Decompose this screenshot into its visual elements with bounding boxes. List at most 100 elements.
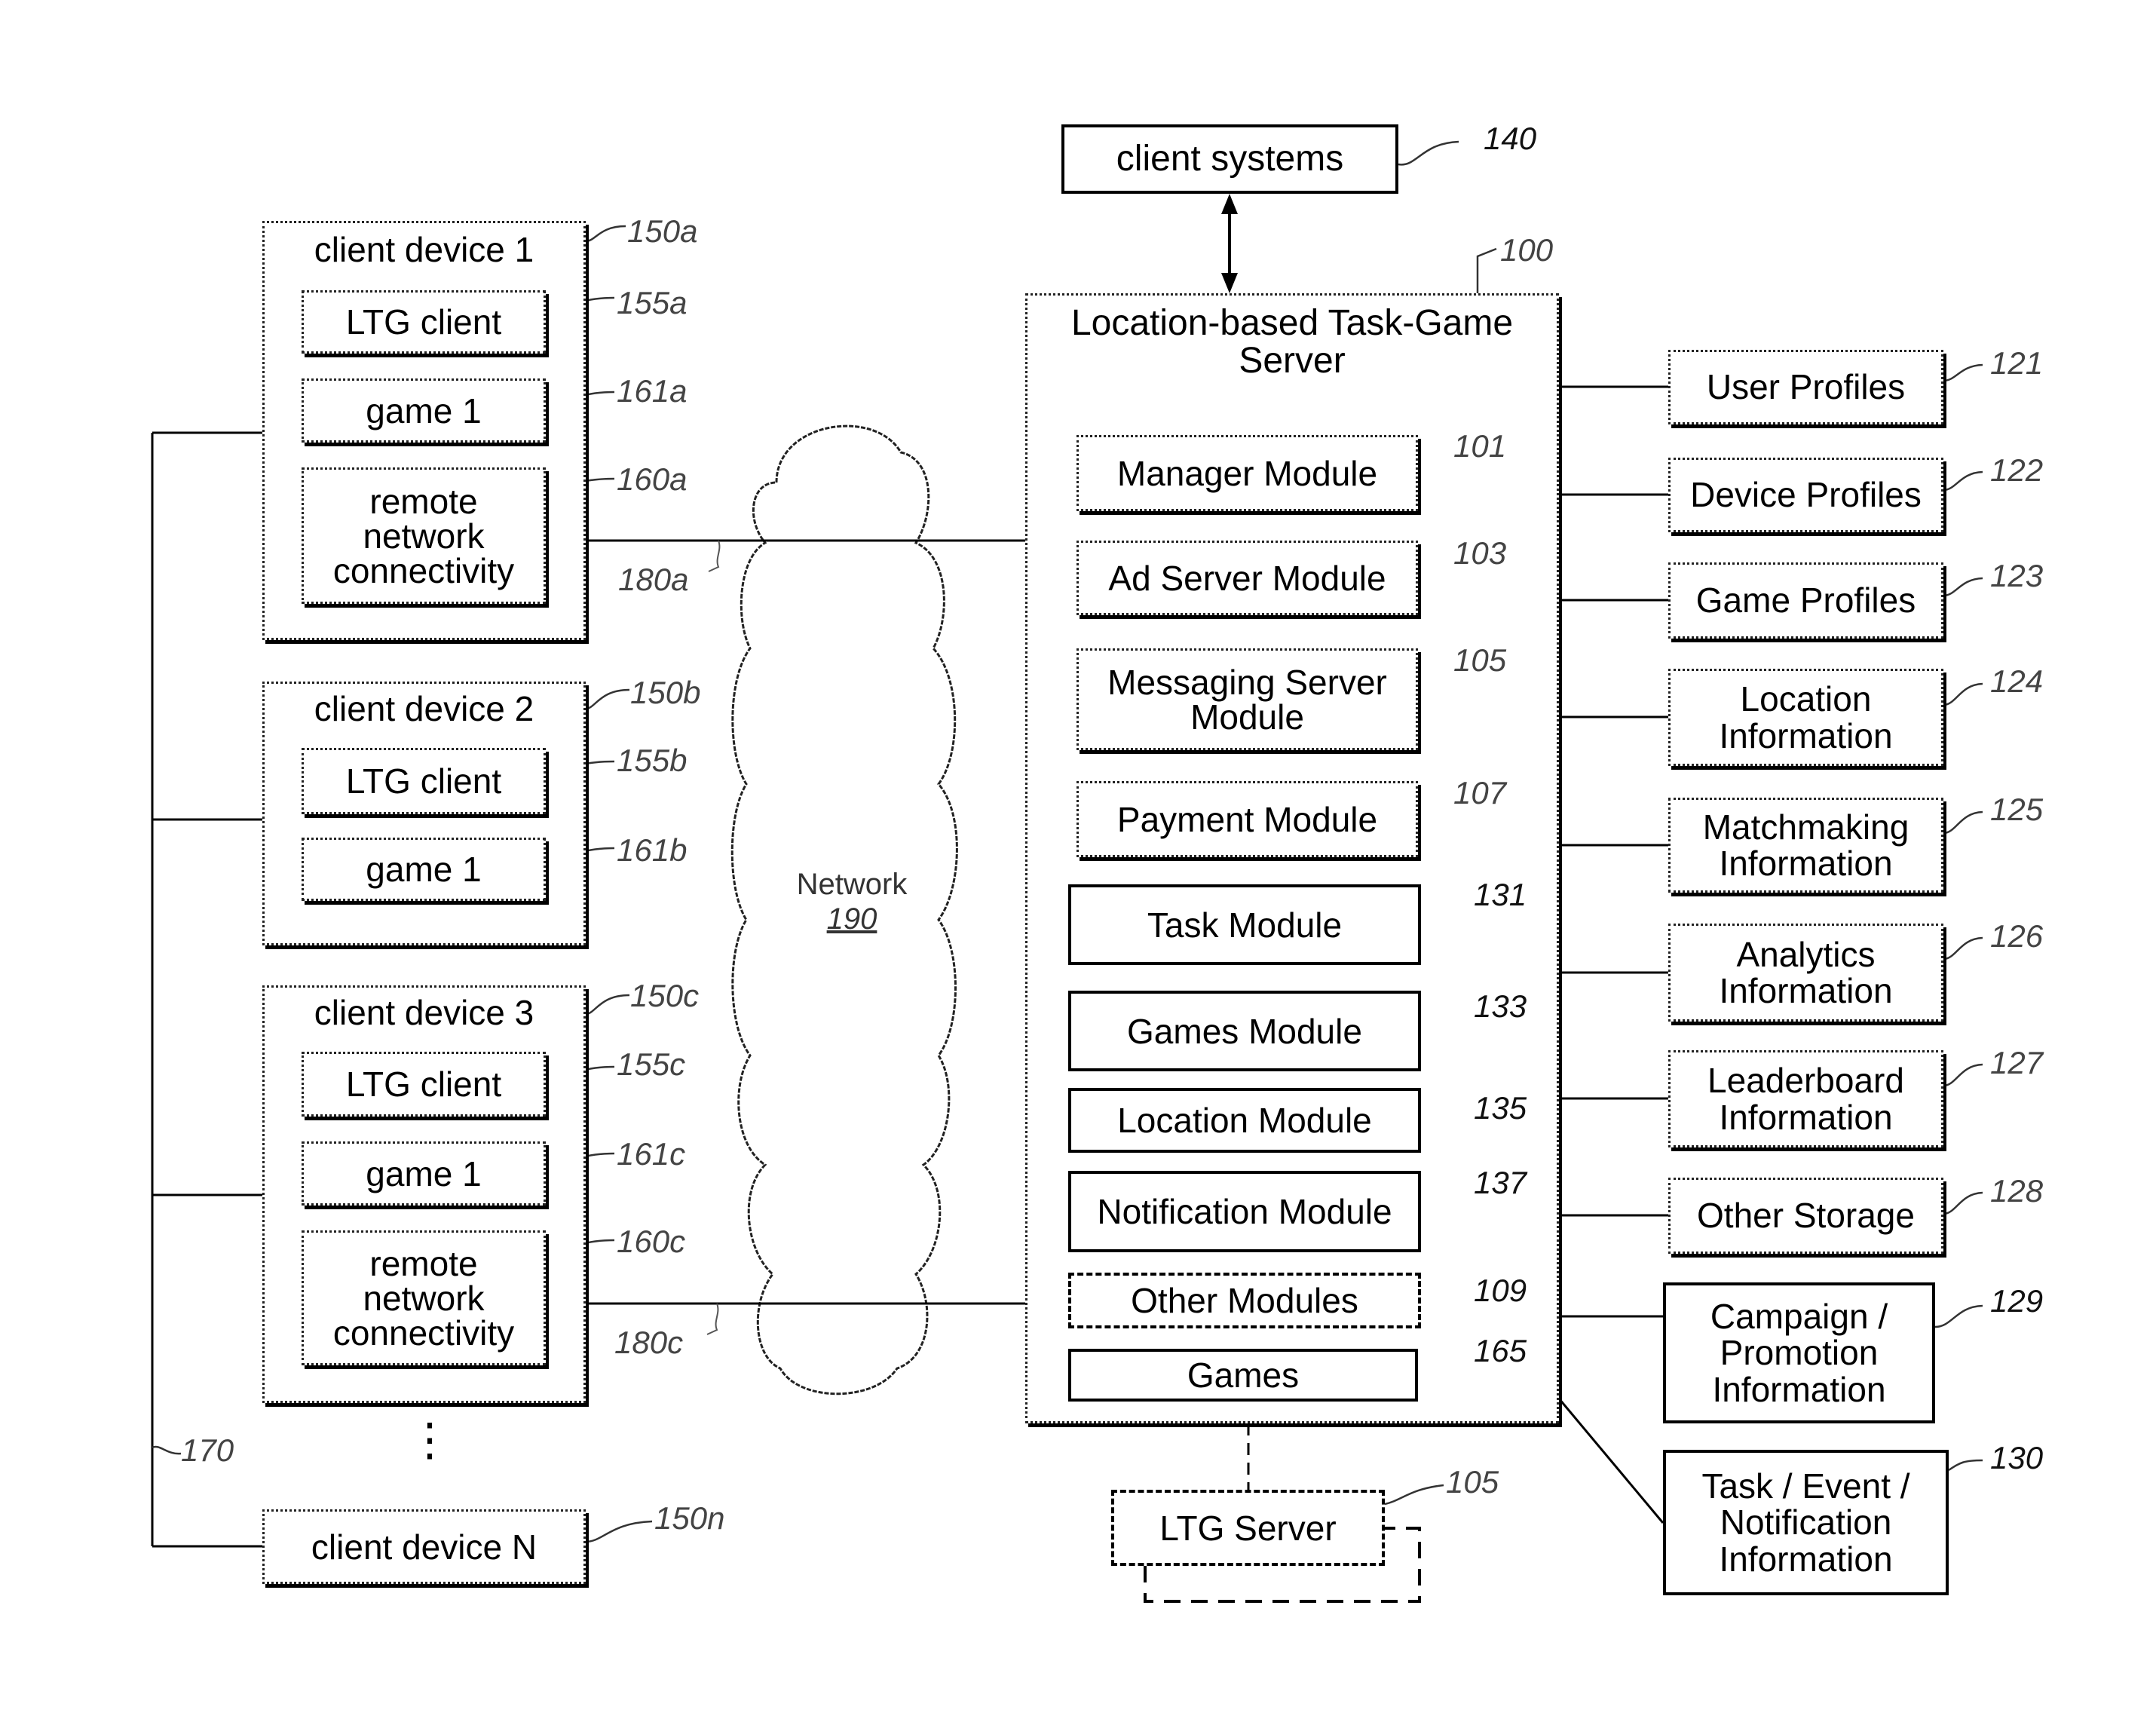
ltg-client-3: LTG client	[302, 1052, 546, 1117]
ltg-client-1-label: LTG client	[345, 302, 502, 342]
ref-123: 123	[1990, 558, 2044, 593]
storage-box-127: Leaderboard Information	[1668, 1050, 1943, 1147]
ref-103: 103	[1453, 535, 1507, 571]
server-title-line2: Server	[1239, 341, 1346, 381]
ad-server-module-label: Ad Server Module	[1108, 558, 1386, 598]
network-label-group: Network 190	[776, 867, 927, 936]
remote-line-1: remote	[369, 481, 478, 521]
client-systems-box: client systems	[1061, 124, 1398, 194]
storage-label-line: Information	[1719, 844, 1893, 883]
ltg-client-2-label: LTG client	[345, 761, 502, 801]
storage-box-126: Analytics Information	[1668, 924, 1943, 1022]
game-1-device-3-label: game 1	[366, 1153, 482, 1193]
games-label: Games	[1187, 1356, 1300, 1395]
storage-label-line: Task / Event /	[1701, 1466, 1910, 1506]
ltg-server-label: LTG Server	[1159, 1508, 1337, 1548]
ref-122: 122	[1990, 452, 2044, 488]
storage-label-line: Game Profiles	[1695, 581, 1916, 620]
remote-network-3: remote network connectivity	[302, 1230, 546, 1365]
ref-155a: 155a	[617, 285, 688, 320]
remote-line-3: connectivity	[332, 550, 515, 590]
storage-label-line: Matchmaking	[1702, 807, 1909, 847]
remote-line-3: connectivity	[332, 1313, 515, 1353]
client-device-1-label: client device 1	[314, 230, 534, 269]
server-title-line1: Location-based Task-Game	[1070, 303, 1514, 343]
remote-line-2: network	[363, 1278, 485, 1318]
manager-module: Manager Module	[1076, 435, 1418, 511]
other-modules: Other Modules	[1068, 1273, 1421, 1328]
ref-130: 130	[1990, 1440, 2044, 1475]
ref-105-messaging: 105	[1453, 642, 1507, 678]
games-box: Games	[1068, 1349, 1418, 1402]
ref-161c: 161c	[617, 1136, 686, 1172]
ref-129: 129	[1990, 1283, 2044, 1319]
storage-box-123: Game Profiles	[1668, 562, 1943, 639]
ref-140: 140	[1484, 121, 1537, 156]
remote-line-1: remote	[369, 1243, 478, 1283]
ref-155c: 155c	[617, 1046, 686, 1082]
storage-box-129: Campaign / Promotion Information	[1663, 1282, 1935, 1423]
ref-121: 121	[1990, 345, 2044, 381]
brace-180a	[708, 540, 721, 572]
ltg-client-2: LTG client	[302, 748, 546, 814]
ref-150c: 150c	[630, 978, 700, 1013]
storage-label-line: Information	[1712, 1369, 1886, 1409]
ref-109: 109	[1474, 1273, 1527, 1308]
remote-network-1: remote network connectivity	[302, 467, 546, 604]
game-1-device-1: game 1	[302, 378, 546, 443]
game-1-device-2-label: game 1	[366, 850, 482, 889]
ltg-server-standalone: LTG Server	[1111, 1490, 1385, 1566]
ref-160c: 160c	[617, 1224, 686, 1259]
storage-label-line: Campaign /	[1710, 1297, 1888, 1337]
other-modules-label: Other Modules	[1131, 1281, 1358, 1320]
manager-module-label: Manager Module	[1116, 453, 1378, 493]
ref-131: 131	[1474, 877, 1527, 912]
storage-label-line: User Profiles	[1706, 367, 1906, 407]
ref-135: 135	[1474, 1090, 1527, 1126]
ref-155b: 155b	[617, 743, 688, 778]
network-label: Network	[796, 868, 908, 901]
ref-161b: 161b	[617, 832, 688, 868]
storage-box-125: Matchmaking Information	[1668, 798, 1943, 893]
storage-label-line: Device Profiles	[1690, 475, 1922, 515]
location-module-label: Location Module	[1117, 1101, 1372, 1140]
payment-module: Payment Module	[1076, 781, 1418, 857]
location-module: Location Module	[1068, 1088, 1421, 1153]
ltg-client-3-label: LTG client	[345, 1065, 502, 1104]
ref-150a: 150a	[627, 213, 698, 249]
ref-125: 125	[1990, 792, 2044, 827]
storage-label-line: Information	[1719, 1539, 1893, 1579]
client-device-3-label: client device 3	[314, 993, 534, 1032]
more-devices-ellipsis: ⋮	[407, 1414, 452, 1465]
ref-124: 124	[1990, 663, 2044, 699]
client-device-2-label: client device 2	[314, 689, 534, 728]
storage-box-122: Device Profiles	[1668, 458, 1943, 532]
notification-module: Notification Module	[1068, 1171, 1421, 1252]
game-1-device-2: game 1	[302, 838, 546, 901]
storage-box-128: Other Storage	[1668, 1178, 1943, 1254]
ref-107: 107	[1453, 775, 1507, 810]
games-module-label: Games Module	[1127, 1011, 1362, 1051]
storage-box-121: User Profiles	[1668, 350, 1943, 424]
ref-127: 127	[1990, 1045, 2044, 1080]
ref-150b: 150b	[630, 675, 701, 710]
ref-160a: 160a	[617, 461, 688, 497]
storage-connectors	[1557, 385, 1668, 1524]
arrowhead-down	[1221, 273, 1238, 293]
ltg-client-1: LTG client	[302, 290, 546, 354]
storage-label-line: Promotion	[1720, 1333, 1879, 1373]
ref-105-ltg-server: 105	[1446, 1464, 1499, 1500]
game-1-device-1-label: game 1	[366, 391, 482, 430]
payment-module-label: Payment Module	[1116, 799, 1378, 839]
ref-150n: 150n	[654, 1500, 725, 1536]
messaging-module-label-2: Module	[1190, 697, 1304, 737]
ref-101: 101	[1453, 428, 1507, 464]
arrowhead-up	[1221, 194, 1238, 214]
ref-170: 170	[181, 1432, 234, 1468]
messaging-server-module: Messaging Server Module	[1076, 648, 1418, 750]
storage-box-130: Task / Event / Notification Information	[1663, 1450, 1949, 1595]
storage-box-124: Location Information	[1668, 669, 1943, 766]
client-device-n: client device N	[262, 1509, 586, 1584]
game-1-device-3: game 1	[302, 1141, 546, 1206]
storage-label-line: Analytics	[1736, 934, 1876, 974]
